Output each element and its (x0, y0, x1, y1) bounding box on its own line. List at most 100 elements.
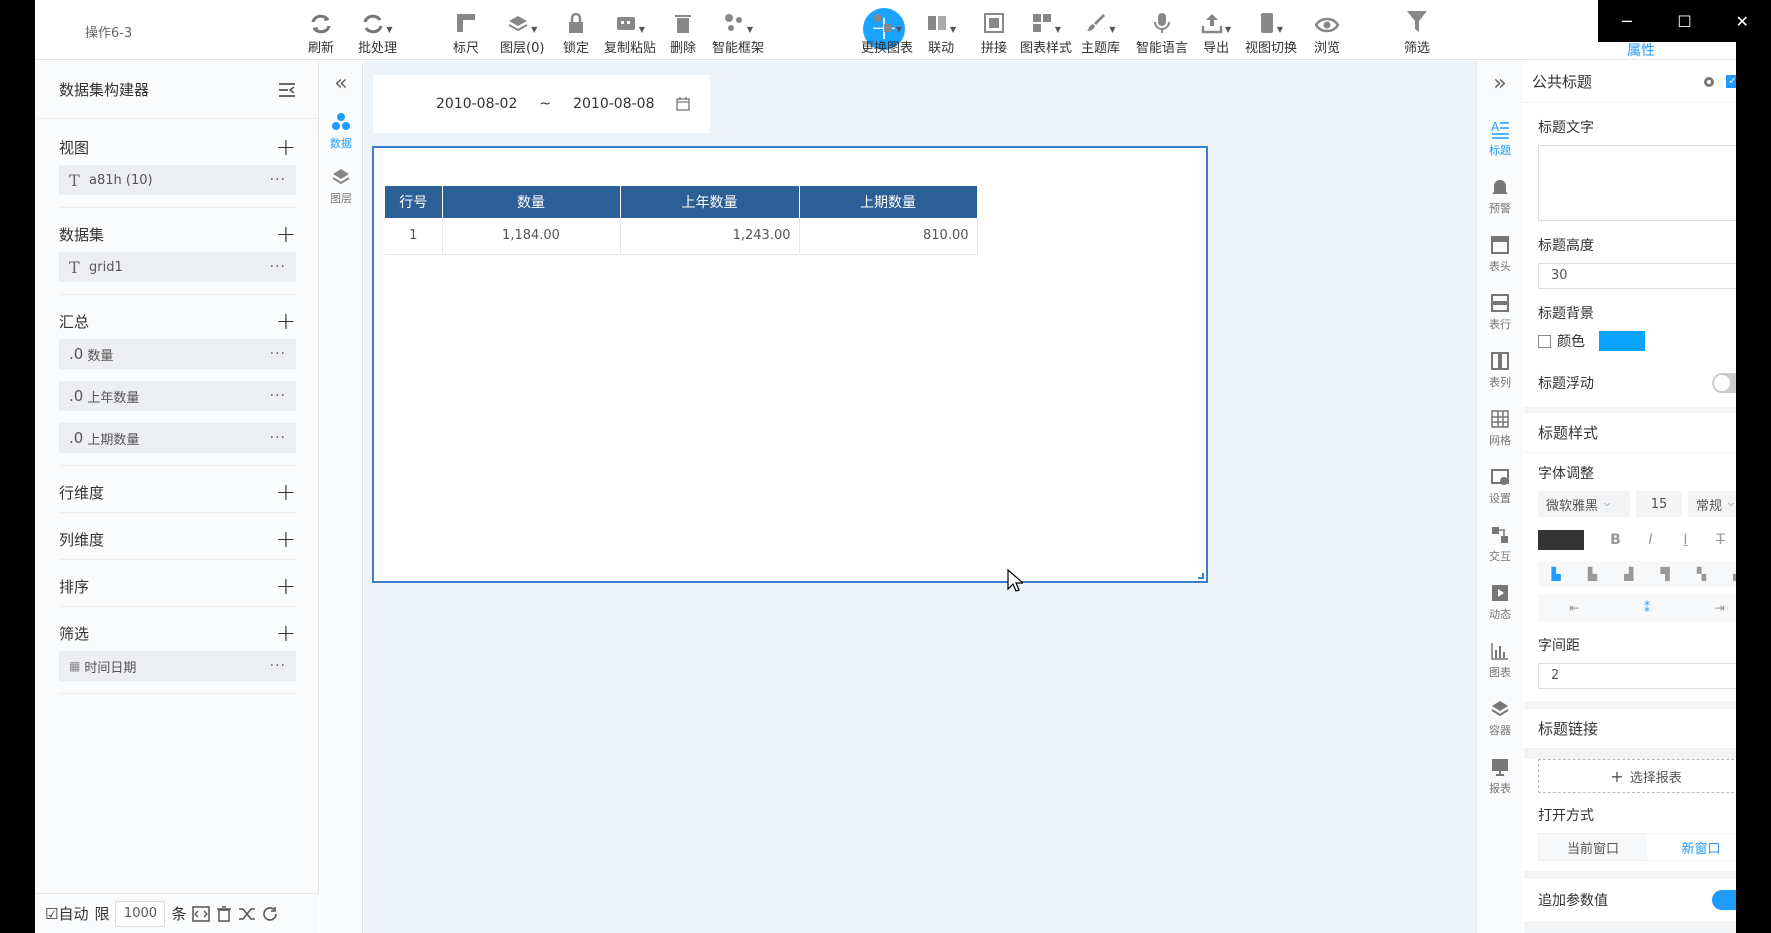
more-icon[interactable]: ··· (270, 658, 286, 674)
calendar-icon[interactable] (676, 97, 691, 111)
font-weight-select[interactable]: 常规 ⌵ (1688, 491, 1736, 517)
reload-icon[interactable] (262, 906, 278, 922)
report-tab[interactable]: 报表 (1477, 747, 1523, 805)
lock-button[interactable]: 锁定 (563, 8, 589, 56)
dynamic-tab[interactable]: 动态 (1477, 573, 1523, 631)
trash-icon[interactable] (216, 905, 232, 922)
title-float-toggle[interactable] (1712, 373, 1736, 393)
grid-tab[interactable]: 网格 (1477, 399, 1523, 457)
close-button[interactable]: ✕ (1713, 0, 1771, 42)
background-color-swatch[interactable] (1599, 331, 1645, 351)
title-link-section[interactable]: 标题链接⌵ (1524, 709, 1736, 749)
bold-icon[interactable]: B (1598, 532, 1633, 548)
theme-library-button[interactable]: ▼ 主题库 (1081, 8, 1120, 56)
title-text-input[interactable] (1538, 145, 1736, 221)
summary-item[interactable]: .0 数量 ··· (59, 339, 296, 369)
expand-right-button[interactable]: » (1477, 71, 1523, 109)
ruler-button[interactable]: 标尺 (453, 8, 479, 56)
table-header-tab[interactable]: 表头 (1477, 225, 1523, 283)
table-cell[interactable]: 1 (385, 218, 443, 255)
more-icon[interactable]: ··· (270, 172, 286, 188)
add-column-dimension-button[interactable]: + (276, 527, 296, 551)
link-button[interactable]: ▼ 联动 (926, 8, 956, 56)
summary-item[interactable]: .0 上期数量 ··· (59, 423, 296, 453)
more-icon[interactable]: ··· (270, 259, 286, 275)
italic-icon[interactable]: I (1633, 532, 1668, 548)
browse-button[interactable]: 浏览 (1314, 8, 1340, 56)
table-row-tab[interactable]: 表行 (1477, 283, 1523, 341)
container-tab[interactable]: 容器 (1477, 689, 1523, 747)
date-range-filter[interactable]: 2010-08-02 ~ 2010-08-08 (373, 75, 710, 133)
strikethrough-icon[interactable]: T̶ (1703, 532, 1736, 548)
summary-item[interactable]: .0 上年数量 ··· (59, 381, 296, 411)
more-icon[interactable]: ··· (270, 346, 286, 362)
copy-paste-button[interactable]: ▼ 复制粘贴 (604, 8, 656, 56)
indent-left-icon[interactable]: ⇤ (1538, 601, 1611, 615)
table-cell[interactable]: 1,184.00 (442, 218, 621, 255)
chart-style-button[interactable]: ▼ 图表样式 (1020, 8, 1072, 56)
settings-tab[interactable]: 设置 (1477, 457, 1523, 515)
date-from[interactable]: 2010-08-02 (436, 96, 517, 112)
chart-tab[interactable]: 图表 (1477, 631, 1523, 689)
title-height-input[interactable]: 30 (1538, 263, 1736, 289)
view-switch-button[interactable]: ▼ 视图切换 (1245, 8, 1297, 56)
font-family-select[interactable]: 微软雅黑 ⌵ (1538, 491, 1630, 517)
splice-button[interactable]: 拼接 (981, 8, 1007, 56)
indent-right-icon[interactable]: ⇥ (1683, 601, 1736, 615)
new-window-option[interactable]: 新窗口 (1647, 834, 1736, 860)
underline-icon[interactable]: I (1668, 532, 1703, 548)
resize-handle[interactable] (1198, 573, 1204, 579)
table-cell[interactable]: 810.00 (799, 218, 978, 255)
font-color-swatch[interactable] (1538, 530, 1584, 550)
attributes-tab[interactable]: 属性 (1627, 40, 1655, 60)
add-filter-button[interactable]: + (276, 621, 296, 645)
align-middle-icon[interactable]: ▚ (1683, 567, 1719, 581)
data-tab[interactable]: 数据 (320, 112, 362, 151)
align-center-icon[interactable]: ▙ (1574, 567, 1610, 581)
add-sort-button[interactable]: + (276, 574, 296, 598)
enable-title-checkbox[interactable]: ✓ (1725, 75, 1736, 88)
export-button[interactable]: ▼ 导出 (1201, 8, 1231, 56)
maximize-button[interactable]: ☐ (1656, 0, 1714, 42)
more-icon[interactable]: ··· (270, 388, 286, 404)
select-report-button[interactable]: + 选择报表 (1538, 759, 1736, 793)
background-color-checkbox[interactable] (1538, 334, 1551, 348)
minimize-button[interactable]: ─ (1598, 0, 1656, 42)
date-to[interactable]: 2010-08-08 (573, 96, 654, 112)
align-top-icon[interactable]: ▜ (1647, 567, 1683, 581)
filter-item[interactable]: ▦ 时间日期 ··· (59, 651, 296, 681)
column-header[interactable]: 数量 (442, 186, 621, 218)
dataset-item[interactable]: Tgrid1 ··· (59, 252, 296, 282)
column-header[interactable]: 上年数量 (620, 186, 800, 218)
report-component[interactable]: 行号 数量 上年数量 上期数量 1 1,184.00 1,243.00 810.… (372, 146, 1208, 583)
column-header[interactable]: 行号 (385, 186, 443, 218)
alert-tab[interactable]: 预警 (1477, 167, 1523, 225)
menu-collapse-icon[interactable] (278, 82, 296, 98)
delete-button[interactable]: 删除 (670, 8, 696, 56)
smart-frame-button[interactable]: ▼ 智能框架 (712, 8, 764, 56)
add-row-dimension-button[interactable]: + (276, 480, 296, 504)
layers-button[interactable]: ▼ 图层(0) (500, 8, 544, 56)
align-right-icon[interactable]: ▟ (1611, 567, 1647, 581)
table-cell[interactable]: 1,243.00 (620, 218, 800, 255)
shuffle-icon[interactable] (238, 906, 256, 922)
add-summary-button[interactable]: + (276, 309, 296, 333)
align-left-icon[interactable]: ▙ (1538, 567, 1574, 581)
indent-center-icon[interactable]: ⁑ (1611, 601, 1684, 615)
align-bottom-icon[interactable]: ▟ (1720, 567, 1736, 581)
collapse-left-button[interactable]: « (320, 71, 362, 96)
gear-icon[interactable] (1702, 75, 1716, 89)
filter-button[interactable]: 筛选 (1404, 8, 1430, 56)
append-params-toggle[interactable] (1712, 890, 1736, 910)
code-icon[interactable] (192, 905, 211, 922)
change-chart-button[interactable]: ▼ 更换图表 (861, 8, 913, 56)
more-icon[interactable]: ··· (270, 430, 286, 446)
table-column-tab[interactable]: 表列 (1477, 341, 1523, 399)
add-view-button[interactable]: + (276, 135, 296, 159)
layers-tab[interactable]: 图层 (320, 167, 362, 206)
title-tab[interactable]: A 标题 (1477, 109, 1523, 167)
auto-checkbox[interactable]: ☑自动 (45, 903, 88, 924)
view-item[interactable]: Ta81h (10) ··· (59, 165, 296, 195)
limit-input[interactable]: 1000 (115, 900, 166, 927)
interaction-tab[interactable]: 交互 (1477, 515, 1523, 573)
